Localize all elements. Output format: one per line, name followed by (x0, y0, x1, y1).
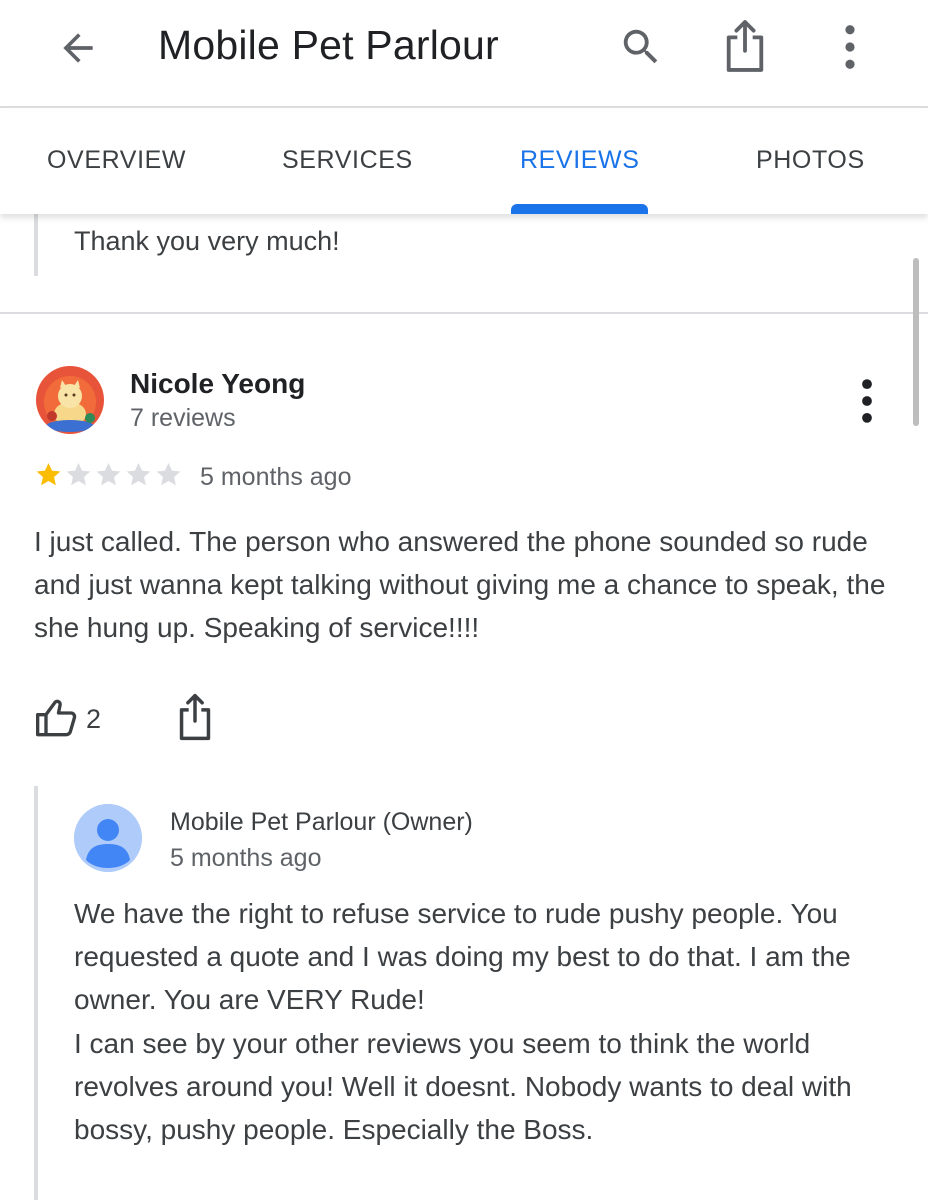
avatar[interactable] (36, 366, 104, 434)
reviewer-name[interactable]: Nicole Yeong (130, 368, 305, 400)
share-icon[interactable] (722, 18, 768, 74)
tab-services[interactable]: SERVICES (282, 146, 413, 175)
owner-avatar (74, 804, 142, 872)
active-tab-indicator (511, 204, 648, 214)
app-bar: Mobile Pet Parlour (0, 0, 928, 108)
star-empty-icon (66, 463, 91, 486)
page-title: Mobile Pet Parlour (158, 22, 499, 68)
star-empty-icon (156, 463, 181, 486)
review-text: I just called. The person who answered t… (34, 526, 886, 643)
share-icon[interactable] (176, 692, 214, 742)
star-empty-icon (96, 463, 121, 486)
star-rating (34, 460, 184, 490)
owner-response-text: We have the right to refuse service to r… (74, 892, 904, 1151)
tab-overview[interactable]: OVERVIEW (47, 146, 186, 175)
tab-bar: OVERVIEW SERVICES REVIEWS PHOTOS (0, 110, 928, 214)
owner-name: Mobile Pet Parlour (Owner) (170, 808, 473, 836)
owner-response-time: 5 months ago (170, 844, 322, 872)
tab-reviews[interactable]: REVIEWS (520, 146, 640, 175)
owner-response-bar (34, 786, 38, 1200)
arrow-back-icon[interactable] (56, 26, 100, 70)
search-icon[interactable] (618, 24, 664, 70)
thumb-up-icon[interactable] (34, 698, 78, 738)
star-empty-icon (126, 463, 151, 486)
previous-reply-text: Thank you very much! (74, 226, 340, 256)
more-vert-icon[interactable] (832, 24, 868, 70)
star-filled-icon (36, 463, 61, 486)
reviewer-review-count: 7 reviews (130, 404, 236, 432)
owner-response-paragraph: We have the right to refuse service to r… (74, 898, 851, 1016)
review-time: 5 months ago (200, 463, 352, 491)
tab-photos[interactable]: PHOTOS (756, 146, 865, 175)
previous-reply-bar (34, 214, 38, 276)
scrollbar[interactable] (913, 258, 919, 426)
owner-response-paragraph: I can see by your other reviews you seem… (74, 1027, 852, 1146)
more-vert-icon[interactable] (852, 378, 882, 424)
divider (0, 312, 928, 314)
reviews-list[interactable]: Thank you very much! Nicole Yeong 7 revi… (0, 214, 928, 1200)
like-count: 2 (86, 704, 102, 734)
